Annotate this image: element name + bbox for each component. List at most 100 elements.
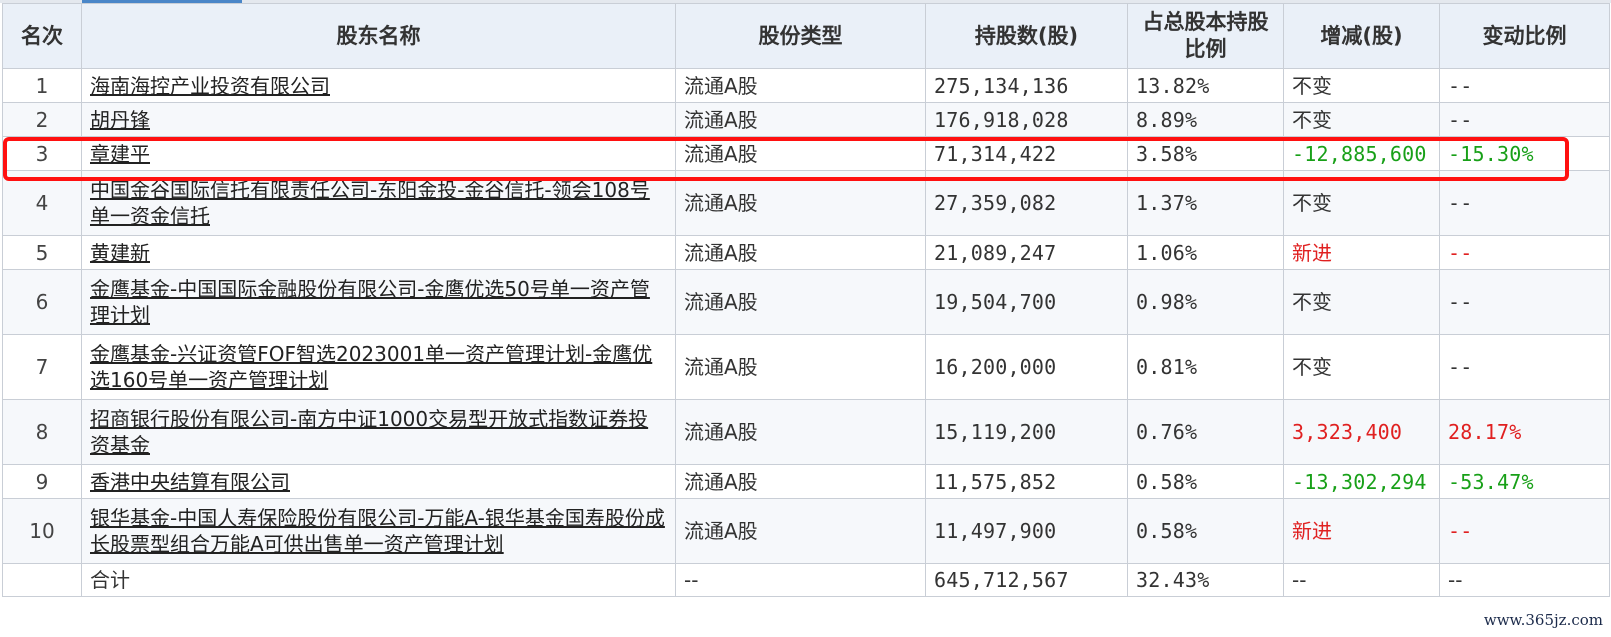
table-row: 5 黄建新 流通A股 21,089,247 1.06% 新进 -- [2,235,1610,270]
shares-cell: 275,134,136 [925,68,1128,103]
change-pct-cell: -- [1439,269,1610,335]
share-type-cell: 流通A股 [675,399,926,465]
rank-cell: 2 [2,102,82,137]
shares-cell: 176,918,028 [925,102,1128,137]
share-type-cell: 流通A股 [675,269,926,335]
change-cell: 不变 [1283,334,1440,400]
change-pct-cell: -15.30% [1439,136,1610,171]
holder-name-link[interactable]: 中国金谷国际信托有限责任公司-东阳金投-金谷信托-领会108号单一资金信托 [90,178,650,228]
holder-name-cell: 黄建新 [81,235,676,270]
rank-cell: 1 [2,68,82,103]
share-type-cell: 流通A股 [675,235,926,270]
total-change-pct-cell: -- [1439,563,1610,597]
holder-name-link[interactable]: 香港中央结算有限公司 [90,470,290,494]
change-cell: 不变 [1283,68,1440,103]
header-change-pct: 变动比例 [1439,3,1610,69]
holder-name-cell: 金鹰基金-中国国际金融股份有限公司-金鹰优选50号单一资产管理计划 [81,269,676,335]
holder-name-cell: 银华基金-中国人寿保险股份有限公司-万能A-银华基金国寿股份成长股票型组合万能A… [81,498,676,564]
ratio-cell: 0.81% [1127,334,1284,400]
shares-cell: 11,497,900 [925,498,1128,564]
total-change-cell: -- [1283,563,1440,597]
holder-name-cell: 海南海控产业投资有限公司 [81,68,676,103]
holder-name-link[interactable]: 胡丹锋 [90,108,150,132]
change-cell: -13,302,294 [1283,464,1440,499]
share-type-cell: 流通A股 [675,68,926,103]
change-pct-cell: -53.47% [1439,464,1610,499]
rank-cell: 6 [2,269,82,335]
change-cell: 不变 [1283,269,1440,335]
table-row: 6 金鹰基金-中国国际金融股份有限公司-金鹰优选50号单一资产管理计划 流通A股… [2,269,1610,335]
share-type-cell: 流通A股 [675,170,926,236]
holder-name-cell: 中国金谷国际信托有限责任公司-东阳金投-金谷信托-领会108号单一资金信托 [81,170,676,236]
holder-name-link[interactable]: 海南海控产业投资有限公司 [90,74,330,98]
holder-name-cell: 胡丹锋 [81,102,676,137]
rank-cell: 9 [2,464,82,499]
table-row: 2 胡丹锋 流通A股 176,918,028 8.89% 不变 -- [2,102,1610,137]
total-label: 合计 [81,563,676,597]
total-shares-cell: 645,712,567 [925,563,1128,597]
change-pct-cell: -- [1439,68,1610,103]
table-row: 7 金鹰基金-兴证资管FOF智选2023001单一资产管理计划-金鹰优选160号… [2,334,1610,400]
table-row: 4 中国金谷国际信托有限责任公司-东阳金投-金谷信托-领会108号单一资金信托 … [2,170,1610,236]
change-cell: -12,885,600 [1283,136,1440,171]
rank-cell: 5 [2,235,82,270]
change-pct-cell: -- [1439,235,1610,270]
share-type-cell: 流通A股 [675,334,926,400]
change-pct-cell: 28.17% [1439,399,1610,465]
shares-cell: 16,200,000 [925,334,1128,400]
ratio-cell: 13.82% [1127,68,1284,103]
header-holder-name: 股东名称 [81,3,676,69]
rank-cell: 10 [2,498,82,564]
table-row-highlighted: 3 章建平 流通A股 71,314,422 3.58% -12,885,600 … [2,136,1610,171]
change-cell: 新进 [1283,235,1440,270]
holder-name-cell: 金鹰基金-兴证资管FOF智选2023001单一资产管理计划-金鹰优选160号单一… [81,334,676,400]
holder-name-link[interactable]: 金鹰基金-兴证资管FOF智选2023001单一资产管理计划-金鹰优选160号单一… [90,342,652,392]
shares-cell: 11,575,852 [925,464,1128,499]
change-pct-cell: -- [1439,498,1610,564]
holder-name-link[interactable]: 招商银行股份有限公司-南方中证1000交易型开放式指数证券投资基金 [90,407,648,457]
site-watermark: www.365jz.com [1481,611,1605,629]
holder-name-cell: 香港中央结算有限公司 [81,464,676,499]
ratio-cell: 3.58% [1127,136,1284,171]
table-row: 1 海南海控产业投资有限公司 流通A股 275,134,136 13.82% 不… [2,68,1610,103]
rank-cell: 4 [2,170,82,236]
rank-cell: 8 [2,399,82,465]
holder-name-link[interactable]: 章建平 [90,142,150,166]
header-shares-held: 持股数(股) [925,3,1128,69]
table-header-row: 名次 股东名称 股份类型 持股数(股) 占总股本持股比例 增减(股) 变动比例 [2,3,1610,69]
holder-name-link[interactable]: 黄建新 [90,241,150,265]
rank-cell: 7 [2,334,82,400]
share-type-cell: 流通A股 [675,102,926,137]
ratio-cell: 0.58% [1127,464,1284,499]
holder-name-link[interactable]: 银华基金-中国人寿保险股份有限公司-万能A-银华基金国寿股份成长股票型组合万能A… [90,506,665,556]
ratio-cell: 0.98% [1127,269,1284,335]
shares-cell: 27,359,082 [925,170,1128,236]
table-row: 10 银华基金-中国人寿保险股份有限公司-万能A-银华基金国寿股份成长股票型组合… [2,498,1610,564]
table-row: 8 招商银行股份有限公司-南方中证1000交易型开放式指数证券投资基金 流通A股… [2,399,1610,465]
holder-name-cell: 章建平 [81,136,676,171]
top-shareholders-table: 名次 股东名称 股份类型 持股数(股) 占总股本持股比例 增减(股) 变动比例 … [2,3,1610,597]
total-ratio-cell: 32.43% [1127,563,1284,597]
header-share-type: 股份类型 [675,3,926,69]
share-type-cell: 流通A股 [675,136,926,171]
ratio-cell: 0.76% [1127,399,1284,465]
rank-cell: 3 [2,136,82,171]
change-pct-cell: -- [1439,170,1610,236]
share-type-cell: 流通A股 [675,464,926,499]
change-pct-cell: -- [1439,102,1610,137]
change-cell: 不变 [1283,102,1440,137]
share-type-cell: 流通A股 [675,498,926,564]
shares-cell: 19,504,700 [925,269,1128,335]
shares-cell: 71,314,422 [925,136,1128,171]
header-change: 增减(股) [1283,3,1440,69]
rank-cell-empty [2,563,82,597]
change-cell: 不变 [1283,170,1440,236]
shares-cell: 15,119,200 [925,399,1128,465]
holder-name-cell: 招商银行股份有限公司-南方中证1000交易型开放式指数证券投资基金 [81,399,676,465]
ratio-cell: 8.89% [1127,102,1284,137]
holder-name-link[interactable]: 金鹰基金-中国国际金融股份有限公司-金鹰优选50号单一资产管理计划 [90,277,650,327]
table-row: 9 香港中央结算有限公司 流通A股 11,575,852 0.58% -13,3… [2,464,1610,499]
ratio-cell: 1.06% [1127,235,1284,270]
table-total-row: 合计 -- 645,712,567 32.43% -- -- [2,563,1610,597]
change-cell: 3,323,400 [1283,399,1440,465]
